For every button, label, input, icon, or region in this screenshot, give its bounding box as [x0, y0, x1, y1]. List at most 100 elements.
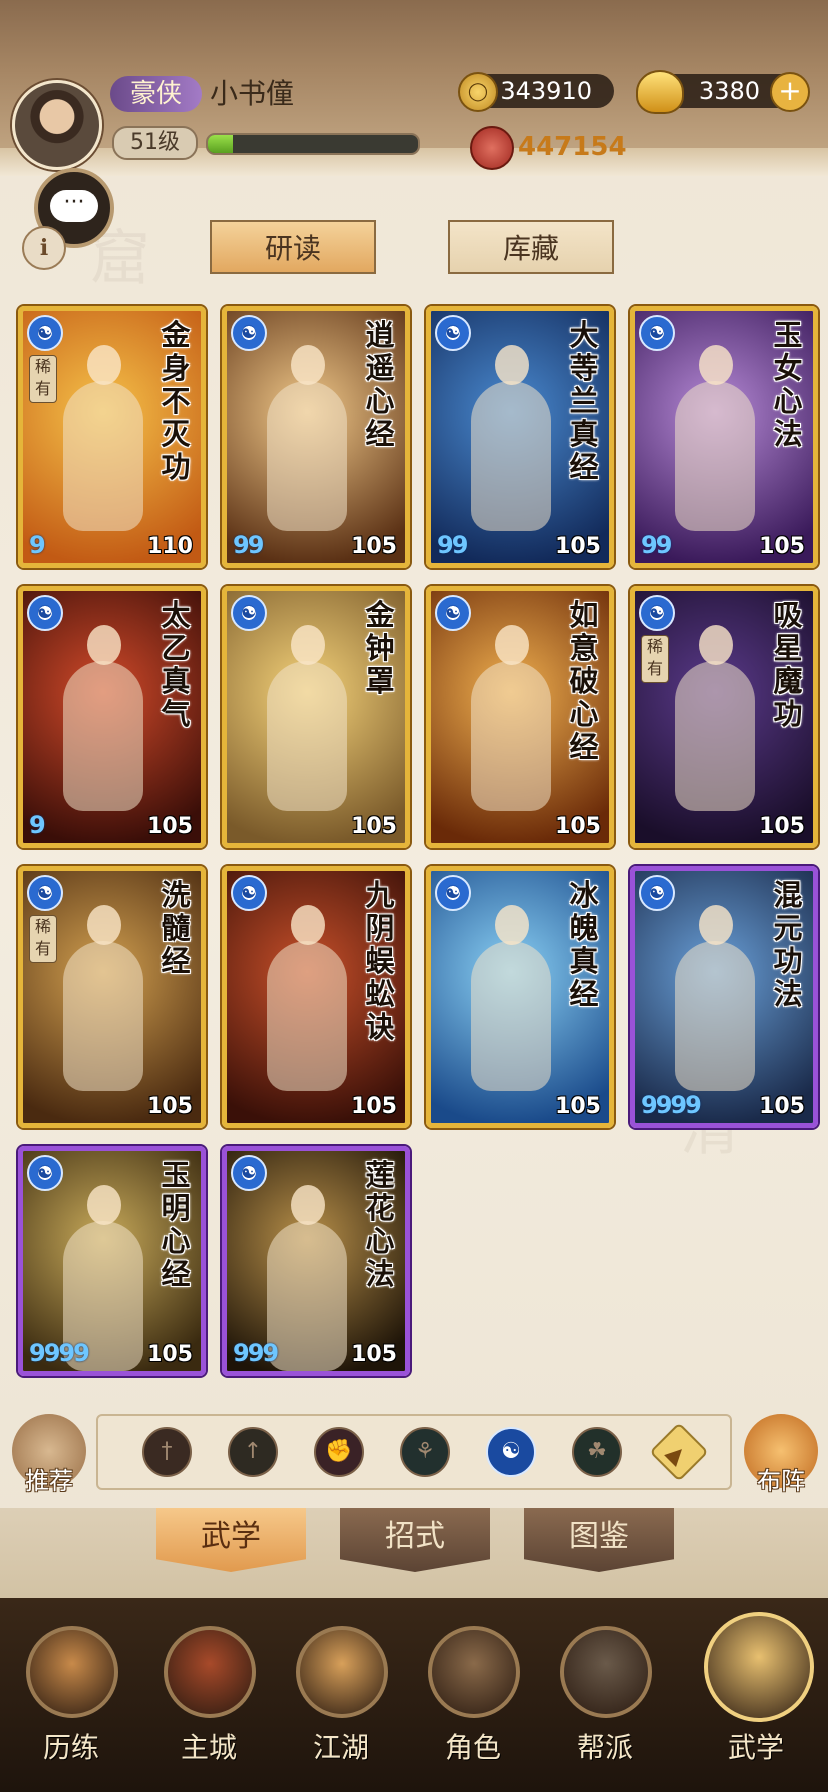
card-title: 混元功法: [773, 878, 803, 1011]
card-character: [471, 905, 551, 1091]
card-level: 105: [555, 534, 601, 559]
martial-art-card[interactable]: ☯ 稀有 金身不灭功 9 110: [18, 306, 206, 568]
card-level: 105: [555, 1094, 601, 1119]
martial-art-card[interactable]: ☯ 稀有 洗髓经 105: [18, 866, 206, 1128]
nav-character[interactable]: 角色: [418, 1626, 528, 1766]
taiji-school-icon: ☯: [27, 315, 63, 351]
card-character: [675, 625, 755, 811]
card-star-marks: 99: [233, 531, 264, 559]
nav-main-city-label: 主城: [180, 1731, 237, 1764]
martial-art-card[interactable]: ☯ 莲花心法 999 105: [222, 1146, 410, 1376]
taiji-school-icon: ☯: [231, 315, 267, 351]
card-level: 110: [147, 534, 193, 559]
card-character: [267, 345, 347, 531]
nav-training[interactable]: 历练: [16, 1626, 126, 1766]
card-level: 105: [351, 1342, 397, 1367]
sword-gourd-icon: [296, 1626, 388, 1718]
school-filter-bar: † ↑ ✊ ⚘ ☯ ☘ ▲: [96, 1414, 732, 1490]
fist-filter-icon[interactable]: ✊: [314, 1427, 364, 1477]
palm-filter-icon[interactable]: ⚘: [400, 1427, 450, 1477]
card-title: 冰魄真经: [569, 878, 599, 1011]
sword-filter-icon[interactable]: †: [142, 1427, 192, 1477]
card-star-marks: 99: [437, 531, 468, 559]
martial-art-card[interactable]: ☯ 九阴蜈蚣诀 105: [222, 866, 410, 1128]
martial-art-card[interactable]: ☯ 太乙真气 9 105: [18, 586, 206, 848]
nav-martial-arts-label: 武学: [727, 1731, 784, 1764]
nav-training-label: 历练: [42, 1731, 99, 1764]
nav-jianghu-label: 江湖: [312, 1731, 369, 1764]
formation-label: 布阵: [757, 1467, 805, 1495]
card-character: [675, 905, 755, 1091]
recommend-label: 推荐: [25, 1467, 73, 1495]
rank-badge: 豪侠: [110, 76, 202, 112]
nav-main-city[interactable]: 主城: [154, 1626, 264, 1766]
tab-collection[interactable]: 库藏: [448, 220, 614, 274]
martial-art-card[interactable]: ☯ 玉女心法 99 105: [630, 306, 818, 568]
sub-tab-bar: 武学 招式 图鉴: [0, 1508, 828, 1598]
taiji-school-icon: ☯: [639, 595, 675, 631]
combat-power: 447154: [470, 126, 627, 170]
martial-art-card[interactable]: ☯ 冰魄真经 105: [426, 866, 614, 1128]
card-title: 玉明心经: [161, 1158, 191, 1291]
tab-moves[interactable]: 招式: [340, 1508, 490, 1572]
nav-jianghu[interactable]: 江湖: [286, 1626, 396, 1766]
taiji-school-icon: ☯: [231, 595, 267, 631]
martial-art-card[interactable]: ☯ 混元功法 9999 105: [630, 866, 818, 1128]
card-title: 玉女心法: [773, 318, 803, 451]
card-level: 105: [351, 534, 397, 559]
taiji-filter-icon[interactable]: ☯: [486, 1427, 536, 1477]
taiji-school-icon: ☯: [435, 875, 471, 911]
player-avatar[interactable]: [12, 80, 102, 170]
nav-guild-label: 帮派: [576, 1731, 633, 1764]
card-character: [267, 905, 347, 1091]
collapse-arrow-icon[interactable]: ▲: [649, 1422, 709, 1482]
card-title: 大䓁兰真经: [569, 318, 599, 484]
card-star-marks: 9999: [641, 1091, 702, 1119]
nav-martial-arts[interactable]: 武学: [694, 1612, 818, 1766]
gold-value: 3380: [698, 77, 760, 105]
martial-art-card[interactable]: ☯ 大䓁兰真经 99 105: [426, 306, 614, 568]
martial-art-card[interactable]: ☯ 稀有 吸星魔功 105: [630, 586, 818, 848]
formation-button[interactable]: 布阵: [744, 1414, 818, 1495]
taiji-school-icon: ☯: [27, 875, 63, 911]
player-name: 小书僮: [210, 77, 295, 110]
card-level: 105: [351, 814, 397, 839]
info-button[interactable]: i: [22, 226, 66, 270]
tab-martial[interactable]: 武学: [156, 1508, 306, 1572]
rare-badge: 稀有: [29, 355, 57, 403]
martial-art-card[interactable]: ☯ 逍遥心经 99 105: [222, 306, 410, 568]
card-character: [471, 625, 551, 811]
rare-badge: 稀有: [29, 915, 57, 963]
card-level: 105: [147, 814, 193, 839]
guild-emblem-icon: [560, 1626, 652, 1718]
recommend-button[interactable]: 推荐: [12, 1414, 86, 1495]
coin-icon: ◯: [458, 72, 498, 112]
card-star-marks: 9999: [29, 1339, 90, 1367]
card-title: 太乙真气: [161, 598, 191, 731]
card-star-marks: 9: [29, 811, 46, 839]
martial-art-card[interactable]: ☯ 如意破心经 105: [426, 586, 614, 848]
arrow-filter-icon[interactable]: ↑: [228, 1427, 278, 1477]
martial-art-card[interactable]: ☯ 金钟罩 105: [222, 586, 410, 848]
tab-study[interactable]: 研读: [210, 220, 376, 274]
card-title: 九阴蜈蚣诀: [365, 878, 395, 1044]
card-star-marks: 999: [233, 1339, 279, 1367]
tab-atlas[interactable]: 图鉴: [524, 1508, 674, 1572]
taiji-school-icon: ☯: [27, 1155, 63, 1191]
card-character: [471, 345, 551, 531]
card-title: 如意破心经: [569, 598, 599, 764]
card-character: [63, 625, 143, 811]
gold-ingot-icon: [636, 70, 684, 114]
taiji-school-icon: ☯: [231, 1155, 267, 1191]
add-gold-button[interactable]: +: [770, 72, 810, 112]
taiji-school-icon: ☯: [435, 595, 471, 631]
shield-filter-icon[interactable]: ☘: [572, 1427, 622, 1477]
nav-guild[interactable]: 帮派: [550, 1626, 660, 1766]
card-title: 吸星魔功: [773, 598, 803, 731]
card-level: 105: [147, 1342, 193, 1367]
card-character: [63, 345, 143, 531]
martial-art-card[interactable]: ☯ 玉明心经 9999 105: [18, 1146, 206, 1376]
card-level: 105: [759, 534, 805, 559]
coin-counter[interactable]: ◯ 343910: [458, 72, 614, 112]
gold-counter[interactable]: 3380 +: [636, 70, 810, 114]
